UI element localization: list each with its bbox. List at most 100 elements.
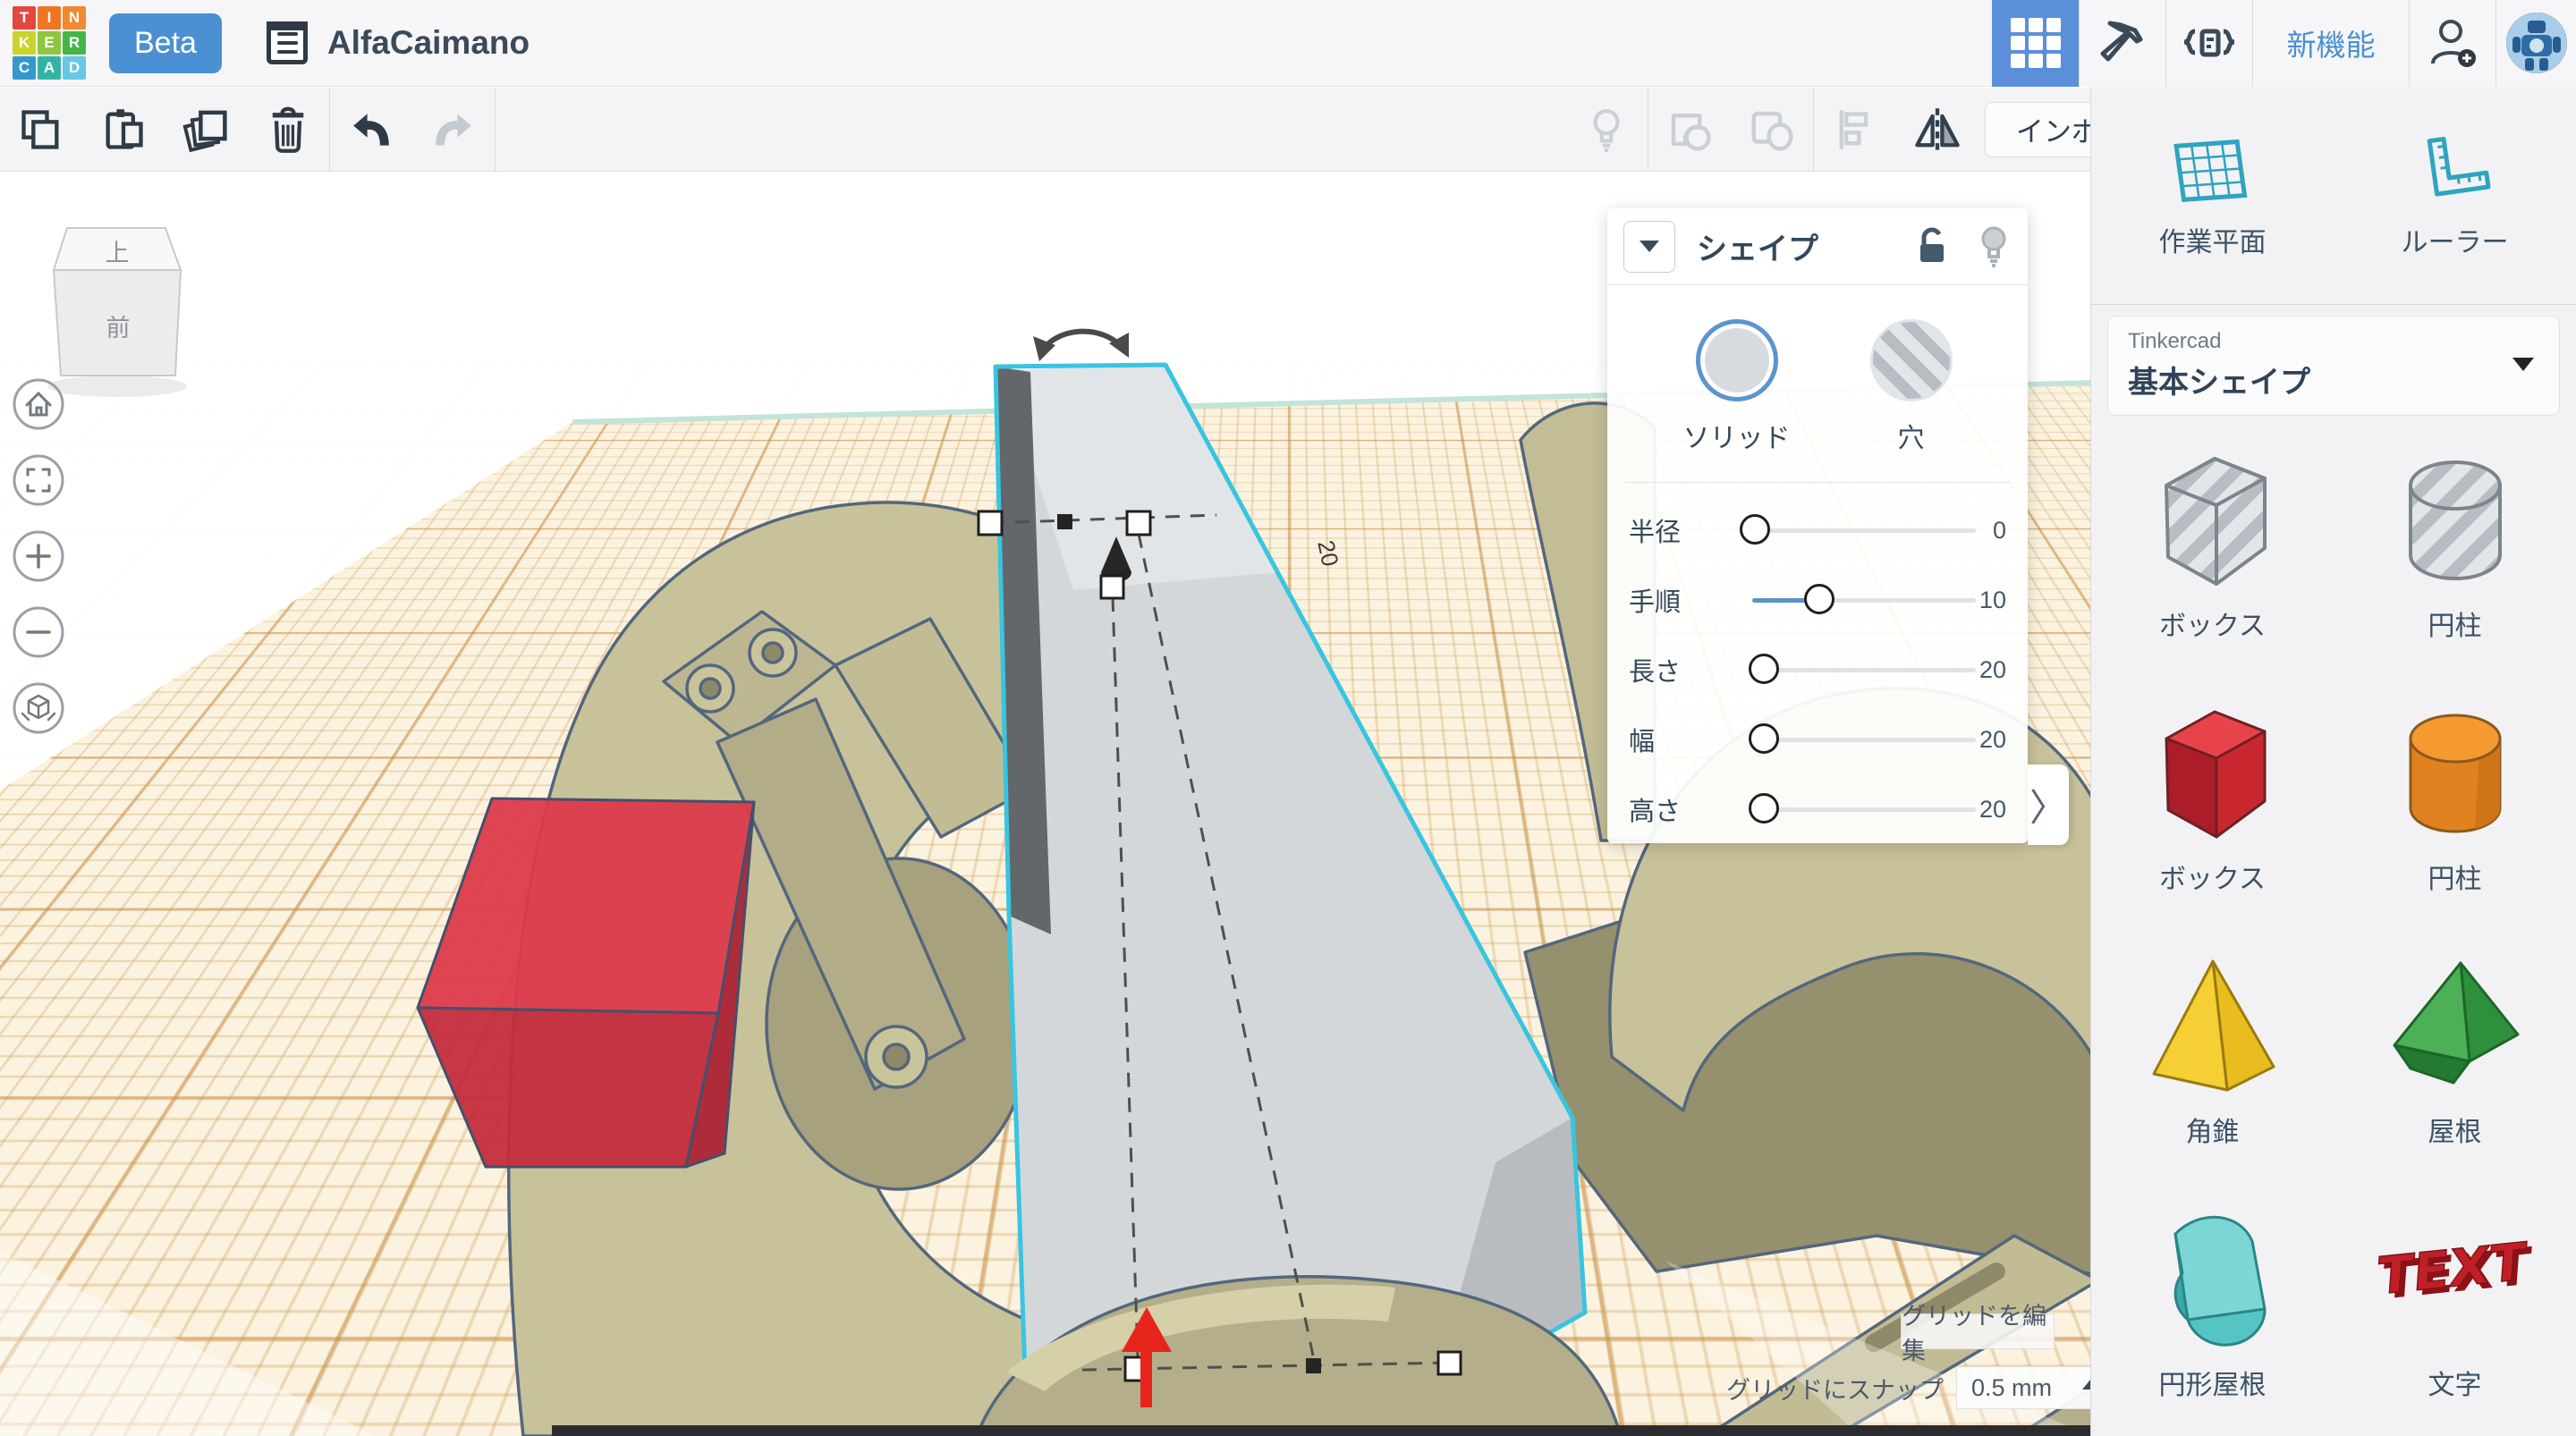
category-name: 基本シェイプ [2128, 358, 2539, 401]
group-button[interactable] [1648, 88, 1731, 172]
logo-letter: A [38, 56, 61, 80]
scale-handle[interactable] [1127, 511, 1150, 535]
tinkercad-logo[interactable]: T I N K E R C A D [13, 6, 86, 80]
solid-swatch [1696, 319, 1778, 401]
edge-handle[interactable] [1057, 514, 1072, 529]
header-right: 新機能 [1992, 0, 2576, 87]
snap-to-grid-row: グリッドにスナップ 0.5 mm [1726, 1366, 2110, 1409]
redo-button[interactable] [412, 88, 495, 172]
shape-label: 屋根 [2428, 1110, 2482, 1149]
shape-label: 角錐 [2186, 1110, 2240, 1149]
toolbar-divider [495, 88, 496, 172]
group-icon [1665, 106, 1714, 154]
view-cube[interactable]: 上 前 [47, 228, 187, 397]
panel-expand-tab[interactable]: 〉 [2028, 764, 2069, 845]
nav-controls [14, 380, 63, 732]
shape-round-roof[interactable]: 円形屋根 [2091, 1195, 2334, 1436]
slider-label: 半径 [1629, 511, 1743, 549]
solid-label: ソリッド [1683, 416, 1791, 455]
beta-button[interactable]: Beta [109, 13, 222, 73]
selected-box[interactable] [996, 365, 1585, 1426]
shape-gallery: ボックス 円柱 ボックス [2091, 435, 2576, 1436]
slider-value: 10 [1979, 587, 2006, 614]
slider-knob[interactable] [1749, 654, 1779, 684]
hole-option[interactable]: 穴 [1870, 319, 1953, 455]
logo-letter: D [63, 56, 86, 80]
slider-track[interactable] [1752, 807, 1976, 812]
shape-pyramid[interactable]: 角錐 [2091, 942, 2334, 1195]
ruler-tool[interactable]: ルーラー [2334, 87, 2576, 304]
snap-value: 0.5 mm [1971, 1374, 2052, 1402]
slider-label: 高さ [1629, 790, 1743, 828]
panel-collapse-button[interactable] [1623, 221, 1675, 273]
lightbulb-icon[interactable] [1976, 224, 2012, 270]
workplane-tool[interactable]: 作業平面 [2091, 87, 2334, 304]
slider-value: 20 [1979, 726, 2006, 754]
shape-text[interactable]: TEXT TEXT 文字 [2334, 1195, 2576, 1436]
light-streak [0, 1252, 376, 1436]
scale-handle[interactable] [979, 511, 1002, 535]
duplicate-button[interactable] [165, 88, 247, 172]
account-menu[interactable] [2496, 0, 2576, 87]
invite-button[interactable] [2409, 0, 2496, 87]
edit-grid-button[interactable]: グリッドを編集 [1901, 1314, 2055, 1349]
shape-hole-cylinder[interactable]: 円柱 [2334, 435, 2576, 688]
snap-value-select[interactable]: 0.5 mm [1956, 1366, 2110, 1409]
slider-track[interactable] [1752, 598, 1976, 603]
bottom-tooltip-strip [552, 1425, 2090, 1436]
slider-knob[interactable] [1749, 723, 1779, 754]
shapes-sidebar: 作業平面 ルーラー Tinkerca [2090, 87, 2576, 1436]
slider-knob[interactable] [1740, 514, 1770, 545]
fit-view-button[interactable] [14, 456, 63, 504]
slider-knob[interactable] [1749, 793, 1779, 824]
design-menu-icon[interactable] [267, 21, 308, 64]
ruler-label: ルーラー [2402, 220, 2509, 259]
blocks-view-button[interactable] [1992, 0, 2079, 87]
shape-label: ボックス [2159, 857, 2266, 896]
workplane-label: 作業平面 [2159, 220, 2267, 259]
red-box[interactable] [418, 798, 754, 1167]
slider-track[interactable] [1752, 738, 1976, 742]
mirror-icon [1912, 106, 1962, 153]
rotate-handle[interactable] [1042, 332, 1120, 351]
cylinder-icon [2384, 696, 2527, 855]
new-features-link[interactable]: 新機能 [2252, 0, 2409, 87]
mirror-button[interactable] [1896, 88, 1979, 172]
box-icon [2141, 696, 2284, 855]
align-button[interactable] [1814, 88, 1896, 172]
design-title[interactable]: AlfaCaimano [327, 24, 530, 62]
slider-label: 幅 [1629, 721, 1743, 758]
slider-knob[interactable] [1804, 584, 1835, 614]
slider-length: 長さ 20 [1629, 635, 2006, 705]
red-box-front-face [418, 1008, 718, 1167]
solid-option[interactable]: ソリッド [1683, 319, 1791, 455]
minecraft-export-button[interactable] [2079, 0, 2165, 87]
shape-category-dropdown[interactable]: Tinkercad 基本シェイプ [2107, 316, 2560, 416]
home-view-button[interactable] [14, 380, 63, 428]
undo-button[interactable] [330, 88, 412, 172]
header: T I N K E R C A D Beta AlfaCaimano [0, 0, 2576, 87]
copy-icon [18, 106, 64, 153]
scale-handle[interactable] [1101, 576, 1123, 598]
model-bolt-hole [700, 679, 720, 698]
slider-track[interactable] [1752, 668, 1976, 672]
tips-button[interactable] [1565, 88, 1648, 172]
shape-roof[interactable]: 屋根 [2334, 942, 2576, 1195]
red-box-top-face [418, 798, 754, 1013]
shape-cylinder[interactable]: 円柱 [2334, 688, 2576, 942]
delete-button[interactable] [247, 88, 329, 172]
ungroup-button[interactable] [1731, 88, 1813, 172]
roof-icon [2384, 949, 2527, 1108]
view-cube-shadow [47, 376, 187, 397]
trash-icon [265, 106, 311, 154]
slider-track[interactable] [1752, 528, 1976, 533]
shape-box[interactable]: ボックス [2091, 688, 2334, 942]
codeblocks-button[interactable] [2165, 0, 2252, 87]
pyramid-icon [2141, 949, 2284, 1108]
shape-hole-box[interactable]: ボックス [2091, 435, 2334, 688]
unlock-icon[interactable] [1913, 224, 1953, 269]
scale-handle[interactable] [1438, 1352, 1461, 1374]
copy-button[interactable] [0, 88, 82, 172]
paste-button[interactable] [82, 88, 165, 172]
edge-handle[interactable] [1306, 1358, 1321, 1373]
